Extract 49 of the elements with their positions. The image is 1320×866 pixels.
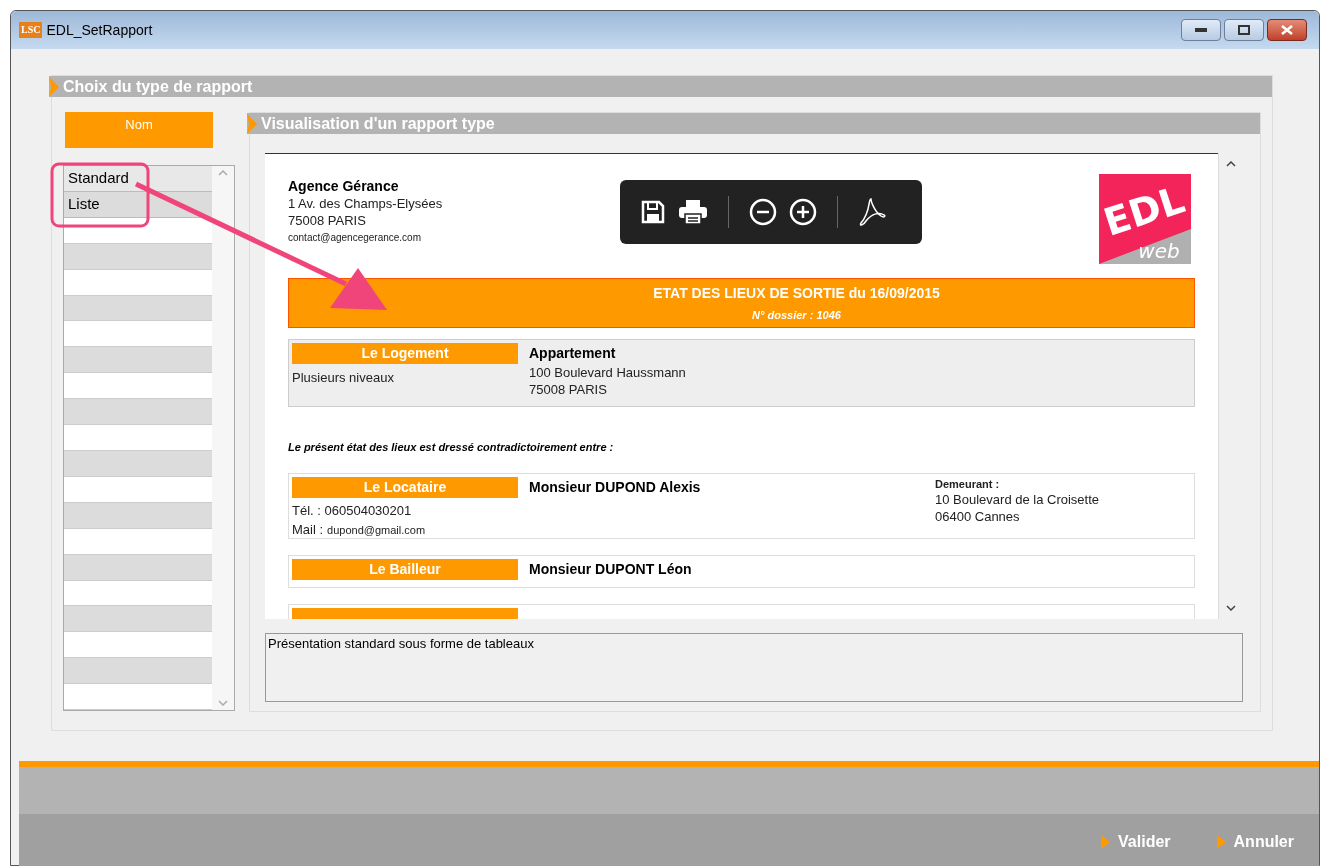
list-item[interactable]: Standard <box>64 166 212 192</box>
agency-address-line: 75008 PARIS <box>288 212 367 229</box>
print-icon[interactable] <box>677 199 708 225</box>
close-icon <box>1281 25 1293 35</box>
residence-label: Demeurant : <box>935 476 1001 491</box>
tenant-email: dupond@gmail.com <box>327 523 426 538</box>
zoom-in-icon[interactable] <box>788 198 817 226</box>
minimize-button[interactable] <box>1181 19 1221 41</box>
housing-address-line: 100 Boulevard Haussmann <box>529 364 686 381</box>
preview-title: Visualisation d'un rapport type <box>261 113 495 134</box>
agency-name: Agence Gérance <box>288 178 400 195</box>
landlord-name: Monsieur DUPONT Léon <box>529 559 692 579</box>
report-title: ETAT DES LIEUX DE SORTIE du 16/09/2015 <box>653 283 940 303</box>
pdf-icon[interactable] <box>857 197 886 227</box>
minimize-icon <box>1195 28 1207 32</box>
maximize-button[interactable] <box>1224 19 1264 41</box>
play-arrow-icon <box>1216 835 1226 849</box>
tenant-address-line: 10 Boulevard de la Croisette <box>935 490 1100 508</box>
column-header: Nom <box>65 112 213 148</box>
mail-label: Mail : <box>292 521 324 539</box>
scroll-up-icon <box>218 170 228 176</box>
save-icon[interactable] <box>639 199 666 225</box>
app-badge: LSC <box>19 22 43 38</box>
maximize-icon <box>1238 25 1250 35</box>
section-label: Le Logement <box>292 343 518 364</box>
tenant-address-line: 06400 Cannes <box>935 507 1021 525</box>
agency-address-line: 1 Av. des Champs-Elysées <box>288 195 443 212</box>
scroll-up-icon <box>1225 161 1236 167</box>
intro-text: Le présent état des lieux est dressé contradictoirement entre : <box>288 440 615 455</box>
chevron-icon <box>247 113 257 134</box>
section-label: Le Bailleur <box>292 558 518 580</box>
close-button[interactable] <box>1267 19 1307 41</box>
section-title: Choix du type de rapport <box>63 76 253 97</box>
scroll-down-icon <box>1225 605 1236 611</box>
dossier-number: N° dossier : 1046 <box>752 307 841 323</box>
section-label: Le Locataire <box>292 476 518 498</box>
play-arrow-icon <box>1101 835 1111 849</box>
zoom-out-icon[interactable] <box>748 198 777 226</box>
scroll-down-icon <box>218 700 228 706</box>
edl-web-logo: EDL web <box>1099 174 1191 264</box>
housing-type: Appartement <box>529 344 617 363</box>
chevron-icon <box>49 76 59 97</box>
description-box: Présentation standard sous forme de tableaux <box>265 633 1243 702</box>
housing-description: Plusieurs niveaux <box>292 369 395 387</box>
tenant-name: Monsieur DUPOND Alexis <box>529 477 702 497</box>
tenant-phone: Tél. : 060504030201 <box>292 501 413 520</box>
housing-address-line: 75008 PARIS <box>529 381 608 398</box>
agency-email: contact@agencegerance.com <box>288 231 422 245</box>
window-title: EDL_SetRapport <box>46 20 153 40</box>
